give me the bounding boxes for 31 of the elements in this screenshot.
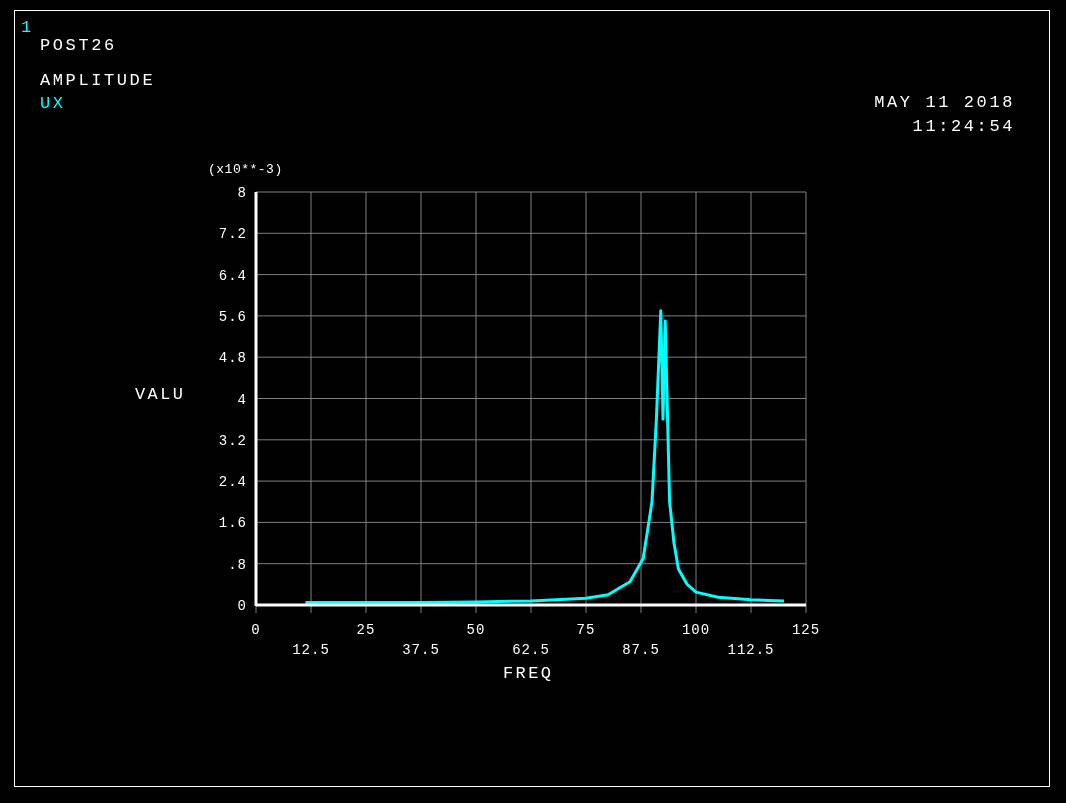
plot-date: MAY 11 2018	[874, 92, 1015, 114]
x-tick-label: 25	[356, 622, 376, 638]
y-tick-label: 5.6	[218, 308, 247, 325]
processor-label: POST26	[40, 34, 117, 57]
x-tick-label: 112.5	[727, 642, 775, 658]
y-tick-label: 4	[237, 391, 247, 408]
y-tick-label: 1.6	[218, 515, 247, 532]
x-tick-label: 125	[791, 622, 821, 638]
x-tick-label: 37.5	[402, 642, 440, 658]
variable-label: UX	[40, 93, 66, 116]
y-tick-label: 7.2	[218, 226, 247, 243]
y-tick-label: 8	[237, 185, 247, 201]
y-axis-title: VALU	[135, 385, 186, 404]
y-tick-label: 4.8	[218, 350, 247, 367]
x-tick-label: 87.5	[622, 642, 660, 658]
x-axis-title: FREQ	[503, 664, 554, 683]
y-tick-label: 0	[237, 598, 247, 614]
x-tick-label: 75	[576, 622, 596, 638]
plot-time: 11:24:54	[912, 115, 1015, 138]
plot-title: AMPLITUDE	[40, 69, 156, 92]
x-tick-label: 12.5	[292, 642, 330, 658]
x-tick-label: 50	[466, 622, 486, 638]
x-tick-label: 62.5	[512, 642, 550, 658]
y-tick-label: 3.2	[218, 432, 247, 449]
y-tick-label: .8	[228, 556, 247, 573]
y-tick-label: 6.4	[218, 267, 247, 284]
window-number: 1	[21, 17, 34, 39]
x-tick-label: 0	[251, 622, 261, 638]
y-scale-label: (x10**-3)	[208, 162, 283, 177]
y-tick-label: 2.4	[218, 474, 247, 491]
x-tick-label: 100	[681, 622, 711, 638]
